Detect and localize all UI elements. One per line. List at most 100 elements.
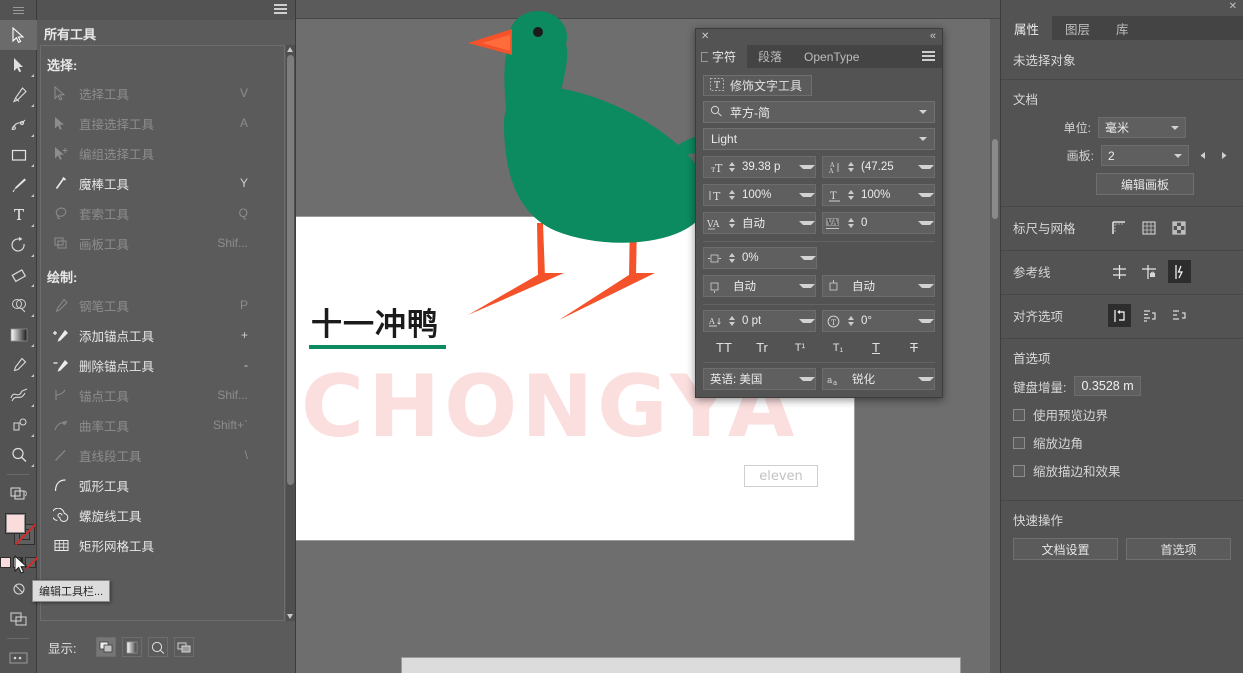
leading-field[interactable]: AA (47.25 <box>822 156 935 178</box>
underline-button[interactable]: T <box>857 340 895 355</box>
show-rulers-icon[interactable] <box>1108 216 1131 239</box>
preferences-button[interactable]: 首选项 <box>1126 538 1231 560</box>
font-size-stepper[interactable] <box>727 162 736 172</box>
chevron-down-icon[interactable] <box>800 256 816 260</box>
artboard-tool[interactable] <box>0 479 37 509</box>
eraser-tool[interactable] <box>0 260 37 290</box>
vertical-scale-stepper[interactable] <box>727 190 736 200</box>
show-gradient-icon[interactable] <box>122 637 142 657</box>
tab-character[interactable]: 字符 <box>696 45 748 68</box>
tab-properties[interactable]: 属性 <box>1001 16 1053 40</box>
tool-item-direct-selection[interactable]: 直接选择工具 A <box>41 108 284 138</box>
show-color-icon[interactable] <box>148 637 168 657</box>
tool-item-pen[interactable]: 钢笔工具 P <box>41 290 284 320</box>
show-guides-icon[interactable] <box>1108 260 1131 283</box>
keyboard-increment-input[interactable]: 0.3528 m <box>1074 376 1141 396</box>
chevron-down-icon[interactable] <box>799 165 815 169</box>
symbol-sprayer-tool[interactable] <box>0 410 37 440</box>
artboard-2[interactable] <box>402 658 960 673</box>
scrollbar-thumb[interactable] <box>287 55 294 485</box>
use-preview-bounds-checkbox[interactable]: 使用预览边界 <box>1013 405 1231 424</box>
eleven-textbox[interactable]: eleven <box>744 465 818 487</box>
vertical-scale-field[interactable]: T 100% <box>703 184 816 206</box>
font-size-field[interactable]: тT 39.38 p <box>703 156 816 178</box>
scale-corners-checkbox[interactable]: 缩放边角 <box>1013 433 1231 452</box>
tool-item-line-segment[interactable]: 直线段工具 \ <box>41 440 284 470</box>
lock-guides-icon[interactable] <box>1138 260 1161 283</box>
tab-libraries[interactable]: 库 <box>1103 16 1142 40</box>
collapse-icon[interactable]: « <box>930 30 936 42</box>
chevron-down-icon[interactable] <box>1174 153 1182 158</box>
tool-item-curvature[interactable]: 曲率工具 Shift+` <box>41 410 284 440</box>
snap-to-pixel-icon[interactable] <box>1168 304 1191 327</box>
color-button[interactable] <box>0 557 11 568</box>
tab-paragraph[interactable]: 段落 <box>747 45 793 68</box>
checkbox-icon[interactable] <box>1013 464 1025 477</box>
tab-opentype[interactable]: OpenType <box>793 45 870 68</box>
pen-tool[interactable] <box>0 80 37 110</box>
chevron-down-icon[interactable] <box>918 193 934 197</box>
chevron-down-icon[interactable] <box>919 137 927 141</box>
leading-stepper[interactable] <box>846 162 855 172</box>
blend-tool[interactable] <box>0 380 37 410</box>
language-field[interactable]: 英语: 美国 <box>703 368 816 390</box>
canvas-vertical-scrollbar[interactable] <box>990 19 1000 673</box>
before-spacing-field[interactable]: 自动 <box>703 275 816 297</box>
smart-guides-icon[interactable] <box>1168 260 1191 283</box>
subscript-button[interactable]: T₁ <box>819 342 857 354</box>
artboard-select[interactable]: 2 <box>1101 145 1189 166</box>
small-caps-button[interactable]: Tr <box>743 340 781 355</box>
anti-alias-field[interactable]: aa 锐化 <box>822 368 935 390</box>
tracking-field[interactable]: VA 0 <box>822 212 935 234</box>
tool-item-spiral[interactable]: 螺旋线工具 <box>41 500 284 530</box>
artwork-headline[interactable]: 十一冲鸭 <box>311 299 439 344</box>
close-icon[interactable]: ✕ <box>1229 1 1237 12</box>
curvature-tool[interactable] <box>0 110 37 140</box>
type-tool[interactable]: T <box>0 200 37 230</box>
fill-swatch[interactable] <box>5 513 26 534</box>
paintbrush-tool[interactable] <box>0 170 37 200</box>
tool-item-lasso[interactable]: 套索工具 Q <box>41 198 284 228</box>
scroll-up-arrow[interactable] <box>287 47 293 52</box>
eyedropper-tool[interactable] <box>0 350 37 380</box>
tab-layers[interactable]: 图层 <box>1052 16 1103 40</box>
kerning-field[interactable]: VA 自动 <box>703 212 816 234</box>
prev-artboard-button[interactable] <box>1196 147 1210 165</box>
scrollbar-thumb[interactable] <box>992 139 998 219</box>
horizontal-scale-stepper[interactable] <box>846 190 855 200</box>
panel-menu-icon[interactable] <box>922 51 935 61</box>
tool-item-group-selection[interactable]: 编组选择工具 <box>41 138 284 168</box>
selection-tool[interactable] <box>0 20 37 50</box>
all-caps-button[interactable]: TT <box>705 340 743 355</box>
chevron-down-icon[interactable] <box>1171 125 1179 130</box>
rotate-tool[interactable] <box>0 230 37 260</box>
close-icon[interactable]: ✕ <box>701 31 709 42</box>
shape-builder-tool[interactable] <box>0 290 37 320</box>
tool-item-selection[interactable]: 选择工具 V <box>41 78 284 108</box>
show-default-icon[interactable] <box>96 637 116 657</box>
gradient-tool[interactable] <box>0 320 37 350</box>
character-panel-titlebar[interactable]: ✕ « <box>696 29 942 45</box>
tsume-field[interactable]: 0% <box>703 247 817 269</box>
kerning-stepper[interactable] <box>727 218 736 228</box>
snap-to-point-icon[interactable] <box>1108 304 1131 327</box>
tsume-stepper[interactable] <box>727 253 736 263</box>
tool-item-artboard[interactable]: 画板工具 Shif... <box>41 228 284 258</box>
next-artboard-button[interactable] <box>1217 147 1231 165</box>
scale-strokes-effects-checkbox[interactable]: 缩放描边和效果 <box>1013 461 1231 480</box>
tool-item-anchor-point[interactable]: 锚点工具 Shif... <box>41 380 284 410</box>
rectangle-tool[interactable] <box>0 140 37 170</box>
baseline-shift-stepper[interactable] <box>727 316 736 326</box>
snap-to-grid-icon[interactable] <box>1138 304 1161 327</box>
toolbar-grip[interactable] <box>0 0 36 20</box>
fill-stroke-swatches[interactable] <box>0 511 37 555</box>
chevron-down-icon[interactable] <box>799 284 815 288</box>
chevron-down-icon[interactable] <box>799 319 815 323</box>
superscript-button[interactable]: T¹ <box>781 342 819 354</box>
show-screen-mode-icon[interactable] <box>174 637 194 657</box>
tool-item-add-anchor[interactable]: 添加锚点工具 + <box>41 320 284 350</box>
direct-selection-tool[interactable] <box>0 50 37 80</box>
chevron-down-icon[interactable] <box>918 221 934 225</box>
rotation-stepper[interactable] <box>846 316 855 326</box>
scroll-down-arrow[interactable] <box>287 614 293 619</box>
